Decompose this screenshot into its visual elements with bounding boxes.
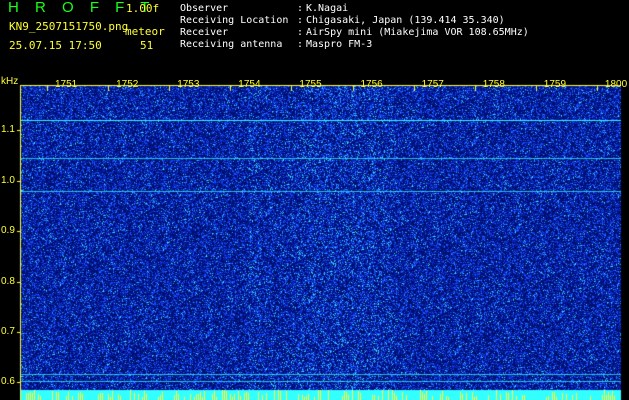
header-panel: H R O F F T 1.00f KN9_2507151750.png met… [0, 0, 629, 76]
file-name: KN9_2507151750.png [9, 20, 129, 33]
location-value: Chigasaki, Japan (139.414 35.340) [306, 15, 505, 26]
time-tick-label: 1757 [421, 79, 444, 90]
freq-unit-label: kHz [1, 76, 19, 87]
mode-label: meteor [125, 25, 165, 38]
observer-key: Observer [180, 3, 229, 14]
time-tick-label: 1758 [482, 79, 505, 90]
time-tick-label: 1751 [55, 79, 78, 90]
spectrogram-plot [0, 76, 629, 400]
antenna-colon: : [297, 39, 304, 50]
freq-tick-label: 0.8 [1, 275, 15, 287]
freq-tick-label: 0.9 [1, 225, 15, 237]
time-tick-label: 1753 [177, 79, 200, 90]
receiver-colon: : [297, 27, 304, 38]
version-label: 1.00f [126, 2, 160, 15]
freq-tick-label: 1.1 [1, 124, 15, 136]
freq-tick-label: 1.0 [1, 174, 15, 186]
antenna-key: Receiving antenna [180, 39, 283, 50]
receiver-key: Receiver [180, 27, 229, 38]
time-tick-label: 1756 [360, 79, 383, 90]
antenna-value: Maspro FM-3 [306, 39, 373, 50]
observer-colon: : [297, 3, 304, 14]
time-tick-label: 1754 [238, 79, 261, 90]
freq-tick-label: 0.7 [1, 326, 15, 338]
datetime-label: 25.07.15 17:50 [9, 39, 102, 52]
time-tick-label: 1755 [299, 79, 322, 90]
time-tick-label: 1752 [116, 79, 139, 90]
time-tick-label: 1800 [604, 79, 628, 90]
location-colon: : [297, 15, 304, 26]
freq-tick-label: 0.6 [1, 376, 15, 388]
observer-value: K.Nagai [306, 3, 349, 14]
receiver-value: AirSpy mini (Miakejima VOR 108.65MHz) [306, 27, 529, 38]
time-tick-label: 1759 [543, 79, 567, 90]
location-key: Receiving Location [180, 15, 289, 26]
meteor-count: 51 [140, 39, 154, 52]
